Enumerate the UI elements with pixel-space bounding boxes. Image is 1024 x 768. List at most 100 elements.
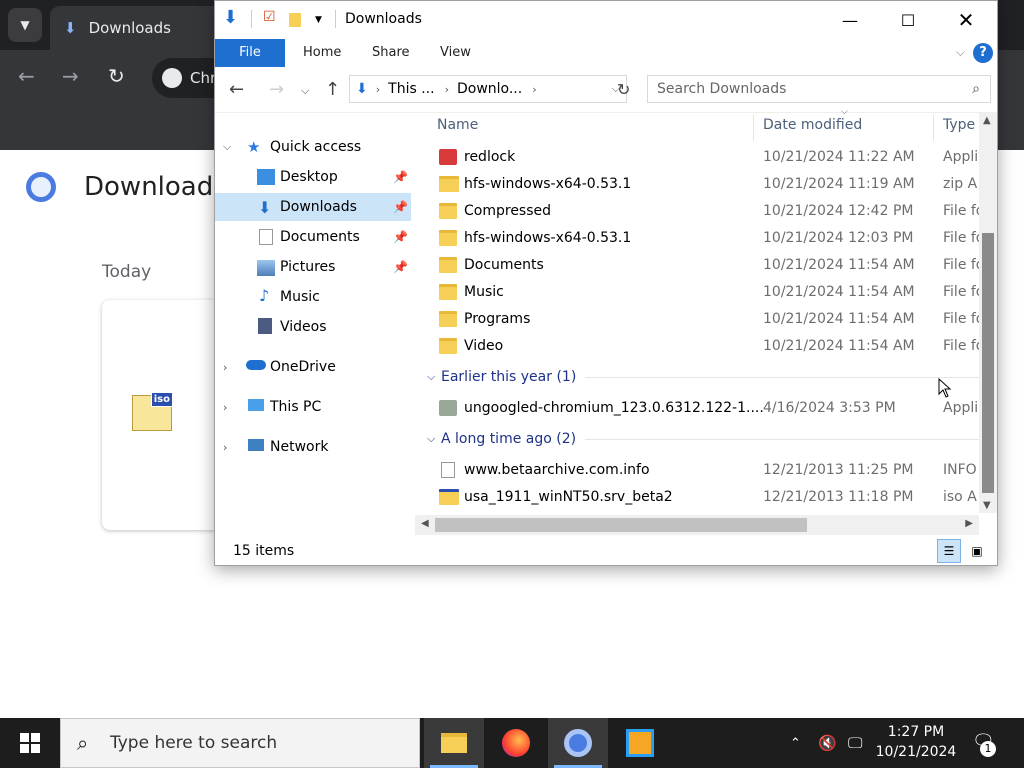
volume-muted-icon[interactable]: 🔇: [818, 718, 837, 768]
nav-item-desktop[interactable]: Desktop 📌: [215, 163, 411, 191]
file-name: hfs-windows-x64-0.53.1: [464, 229, 632, 246]
download-card[interactable]: iso: [102, 300, 232, 530]
column-divider[interactable]: [753, 115, 754, 141]
scroll-left-icon[interactable]: ◀: [421, 518, 429, 529]
chevron-down-icon: ▼: [20, 18, 30, 32]
tab-file[interactable]: File: [215, 39, 285, 67]
horizontal-scroll-thumb[interactable]: [435, 518, 807, 532]
file-row[interactable]: Music 10/21/2024 11:54 AM File fo: [431, 278, 983, 305]
group-header-earlier[interactable]: ⌵ Earlier this year (1): [425, 365, 980, 389]
nav-item-onedrive[interactable]: › OneDrive: [215, 353, 411, 381]
vertical-scroll-thumb[interactable]: [982, 233, 994, 493]
taskbar-chromium[interactable]: [548, 718, 608, 768]
file-row[interactable]: www.betaarchive.com.info 12/21/2013 11:2…: [431, 456, 977, 483]
scroll-up-icon[interactable]: ▲: [983, 115, 991, 126]
navigation-pane: ⌵ ★ Quick access Desktop 📌 ⬇ Downloads 📌…: [215, 113, 415, 523]
back-icon[interactable]: ←: [18, 64, 35, 88]
scroll-right-icon[interactable]: ▶: [965, 518, 973, 529]
item-count: 15 items: [233, 543, 295, 559]
address-bar[interactable]: ⬇ › This ... › Downlo... › ⌵: [349, 75, 627, 103]
download-icon: ⬇: [64, 19, 77, 37]
search-input[interactable]: Search Downloads ⌕: [647, 75, 991, 103]
recent-locations-icon[interactable]: ⌵: [301, 84, 309, 98]
forward-icon[interactable]: →: [269, 79, 284, 100]
close-button[interactable]: ✕: [937, 1, 995, 39]
new-folder-icon[interactable]: [289, 13, 301, 27]
file-row[interactable]: usa_1911_winNT50.srv_beta2 12/21/2013 11…: [431, 483, 977, 510]
file-type: INFO: [943, 461, 977, 478]
nav-label: Desktop: [280, 169, 338, 185]
pin-icon: 📌: [393, 230, 408, 244]
minimize-button[interactable]: —: [821, 1, 879, 39]
tab-share[interactable]: Share: [355, 39, 427, 67]
details-view-button[interactable]: ☰: [937, 539, 961, 563]
reload-icon[interactable]: ↻: [108, 64, 125, 88]
taskbar-file-explorer[interactable]: [424, 718, 484, 768]
file-type: Appli: [943, 148, 979, 165]
column-header-type[interactable]: Type: [943, 117, 975, 141]
nav-item-music[interactable]: ♪ Music: [215, 283, 411, 311]
column-header-name[interactable]: Name: [437, 117, 478, 141]
properties-icon[interactable]: ☑: [263, 9, 276, 25]
nav-item-pictures[interactable]: Pictures 📌: [215, 253, 411, 281]
file-type: File fo: [943, 337, 983, 354]
file-row[interactable]: redlock 10/21/2024 11:22 AM Appli: [431, 143, 978, 170]
qat-customize-icon[interactable]: ▼: [315, 15, 322, 25]
file-row[interactable]: Video 10/21/2024 11:54 AM File fo: [431, 332, 983, 359]
start-button[interactable]: [0, 718, 60, 768]
file-row[interactable]: Programs 10/21/2024 11:54 AM File fo: [431, 305, 983, 332]
show-hidden-icons-icon[interactable]: ⌃: [790, 718, 801, 768]
nav-item-downloads[interactable]: ⬇ Downloads 📌: [215, 193, 411, 221]
expand-ribbon-icon[interactable]: ⌵: [956, 45, 965, 60]
taskbar-search-placeholder: Type here to search: [110, 733, 278, 753]
file-name: redlock: [464, 148, 516, 165]
nav-label: Documents: [280, 229, 360, 245]
scroll-down-icon[interactable]: ▼: [983, 500, 991, 511]
column-divider[interactable]: [933, 115, 934, 141]
taskbar-app[interactable]: [610, 718, 670, 768]
file-type: File fo: [943, 310, 983, 327]
nav-item-this-pc[interactable]: › This PC: [215, 393, 411, 421]
file-row[interactable]: Compressed 10/21/2024 12:42 PM File fo: [431, 197, 983, 224]
file-row[interactable]: hfs-windows-x64-0.53.1 10/21/2024 11:19 …: [431, 170, 977, 197]
taskbar-search-box[interactable]: ⌕ Type here to search: [60, 718, 420, 768]
network-tray-icon[interactable]: 🖵: [848, 718, 862, 768]
nav-item-quick-access[interactable]: ⌵ ★ Quick access: [215, 133, 411, 161]
file-row[interactable]: ungoogled-chromium_123.0.6312.122-1.... …: [431, 394, 978, 421]
refresh-icon[interactable]: ↻: [617, 80, 630, 99]
taskbar-clock[interactable]: 1:27 PM 10/21/2024: [868, 722, 964, 762]
chromium-logo-icon: [26, 172, 56, 202]
file-row[interactable]: hfs-windows-x64-0.53.1 10/21/2024 12:03 …: [431, 224, 983, 251]
vertical-scrollbar[interactable]: ▲ ▼: [979, 113, 997, 513]
address-row: ← → ⌵ ↑ ⬇ › This ... › Downlo... › ⌵ ↻ S…: [215, 67, 997, 113]
nav-item-documents[interactable]: Documents 📌: [215, 223, 411, 251]
clock-time: 1:27 PM: [887, 724, 945, 740]
tab-view[interactable]: View: [423, 39, 488, 67]
column-header-date[interactable]: Date modified: [763, 117, 862, 141]
breadcrumb-this-pc[interactable]: This ...: [388, 81, 434, 97]
help-icon[interactable]: ?: [973, 43, 993, 63]
tab-search-button[interactable]: ▼: [8, 8, 42, 42]
downloads-location-icon: ⬇: [356, 81, 368, 97]
horizontal-scrollbar[interactable]: ◀ ▶: [415, 515, 979, 535]
expand-icon: ›: [223, 360, 228, 374]
group-header-long-ago[interactable]: ⌵ A long time ago (2): [425, 427, 980, 451]
nav-item-videos[interactable]: Videos: [215, 313, 411, 341]
up-icon[interactable]: ↑: [325, 79, 340, 100]
details-view-icon: ☰: [943, 544, 955, 558]
large-icons-view-icon: ▣: [971, 544, 983, 558]
taskbar-firefox[interactable]: [486, 718, 546, 768]
chrome-tab-downloads[interactable]: ⬇ Downloads: [50, 6, 240, 50]
back-icon[interactable]: ←: [229, 79, 244, 100]
nav-item-network[interactable]: › Network: [215, 433, 411, 461]
installer-icon: [439, 399, 457, 416]
notification-center-button[interactable]: 🗨 1: [972, 732, 996, 757]
chevron-right-icon: ›: [444, 82, 449, 96]
breadcrumb-downloads[interactable]: Downlo...: [457, 81, 522, 97]
forward-icon[interactable]: →: [62, 64, 79, 88]
large-icons-view-button[interactable]: ▣: [965, 539, 989, 563]
file-row[interactable]: Documents 10/21/2024 11:54 AM File fo: [431, 251, 983, 278]
tab-home[interactable]: Home: [286, 39, 358, 67]
group-divider: [585, 377, 980, 378]
maximize-button[interactable]: ☐: [879, 1, 937, 39]
